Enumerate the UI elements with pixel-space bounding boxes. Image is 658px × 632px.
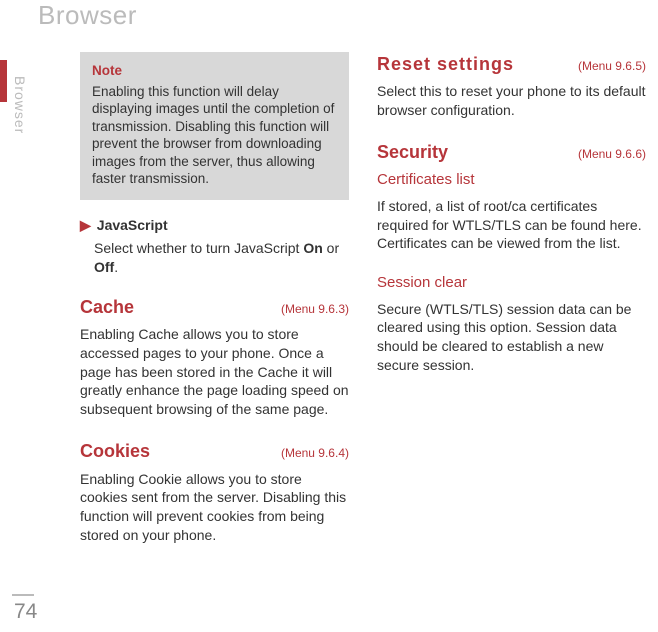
bullet-icon: ▶ xyxy=(80,216,91,235)
page-number: 74 xyxy=(14,600,37,624)
certificates-body: If stored, a list of root/ca certificate… xyxy=(377,197,646,254)
reset-heading-row: Reset settings (Menu 9.6.5) xyxy=(377,52,646,76)
javascript-body: Select whether to turn JavaScript On or … xyxy=(94,239,349,277)
cache-menu-ref: (Menu 9.6.3) xyxy=(281,301,349,317)
js-text-pre: Select whether to turn JavaScript xyxy=(94,240,303,256)
section-header: Browser xyxy=(38,0,137,31)
cookies-menu-ref: (Menu 9.6.4) xyxy=(281,445,349,461)
reset-title: Reset settings xyxy=(377,52,514,76)
js-off: Off xyxy=(94,259,114,275)
right-column: Reset settings (Menu 9.6.5) Select this … xyxy=(377,52,646,592)
javascript-item-head: ▶ JavaScript xyxy=(80,216,349,235)
left-column: Note Enabling this function will delay d… xyxy=(80,52,349,592)
content-columns: Note Enabling this function will delay d… xyxy=(80,52,646,592)
cookies-heading-row: Cookies (Menu 9.6.4) xyxy=(80,439,349,463)
reset-body: Select this to reset your phone to its d… xyxy=(377,82,646,120)
js-on: On xyxy=(303,240,322,256)
security-title: Security xyxy=(377,140,448,164)
cache-body: Enabling Cache allows you to store acces… xyxy=(80,325,349,419)
certificates-subtitle: Certificates list xyxy=(377,170,646,190)
page-number-rule xyxy=(12,594,34,596)
note-body: Enabling this function will delay displa… xyxy=(92,83,337,188)
side-accent-bar xyxy=(0,60,7,102)
note-box: Note Enabling this function will delay d… xyxy=(80,52,349,200)
note-title: Note xyxy=(92,62,337,80)
cache-heading-row: Cache (Menu 9.6.3) xyxy=(80,295,349,319)
cookies-body: Enabling Cookie allows you to store cook… xyxy=(80,470,349,546)
security-heading-row: Security (Menu 9.6.6) xyxy=(377,140,646,164)
session-clear-body: Secure (WTLS/TLS) session data can be cl… xyxy=(377,300,646,376)
cache-title: Cache xyxy=(80,295,134,319)
side-tab-label: Browser xyxy=(12,76,28,134)
js-text-end: . xyxy=(114,259,118,275)
security-menu-ref: (Menu 9.6.6) xyxy=(578,146,646,162)
reset-menu-ref: (Menu 9.6.5) xyxy=(578,58,646,74)
js-text-mid: or xyxy=(323,240,339,256)
cookies-title: Cookies xyxy=(80,439,150,463)
javascript-label: JavaScript xyxy=(97,216,168,235)
session-clear-subtitle: Session clear xyxy=(377,273,646,293)
